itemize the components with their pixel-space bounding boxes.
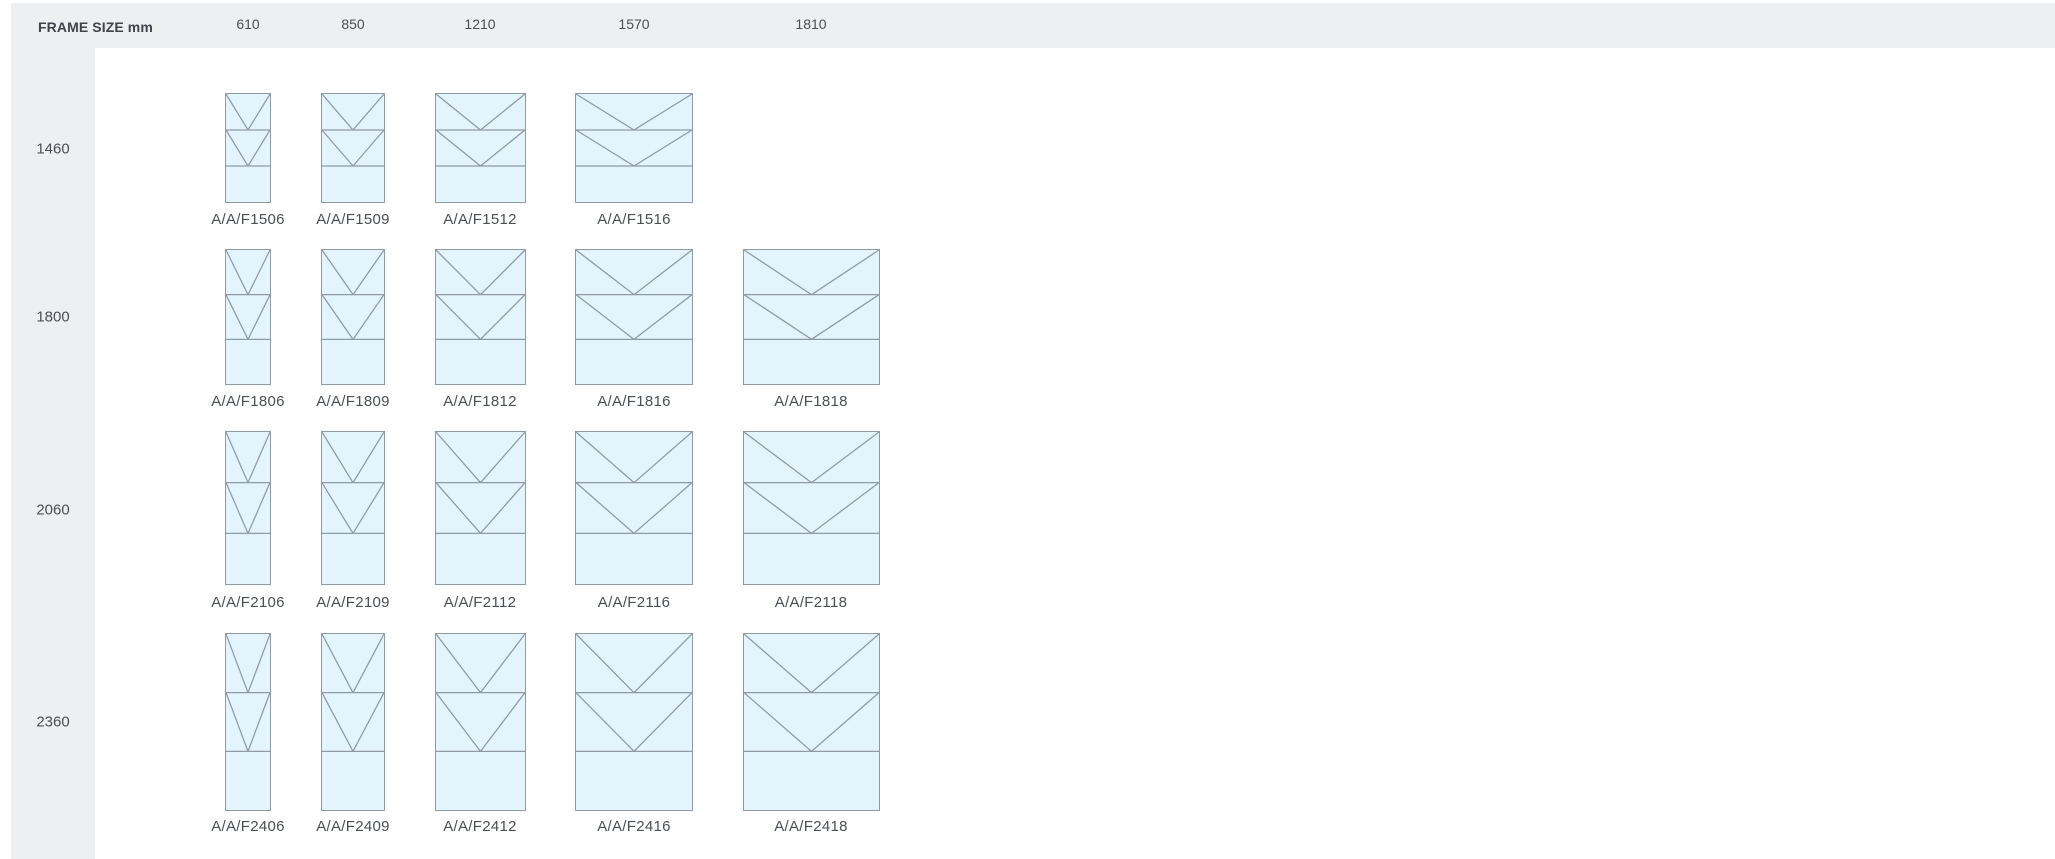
sash-lines-icon: [321, 633, 385, 752]
frame-size-header: FRAME SIZE mm: [11, 3, 2055, 48]
window-diagram: [575, 93, 693, 203]
window-code-label: A/A/F1818: [774, 393, 848, 410]
window-code-label: A/A/F1806: [211, 393, 285, 410]
sash-lines-icon: [321, 93, 385, 167]
frame-width-heading: 1570: [618, 16, 650, 32]
window-code-label: A/A/F2116: [597, 594, 671, 611]
window-code-label: A/A/F1812: [443, 393, 517, 410]
window-code-label: A/A/F2106: [211, 594, 285, 611]
window-code-label: A/A/F1516: [597, 211, 671, 228]
sash-lines-icon: [743, 633, 879, 752]
height-column: [11, 48, 95, 859]
sash-lines-icon: [321, 249, 385, 340]
sash-lines-icon: [225, 633, 271, 752]
sash-lines-icon: [321, 431, 385, 534]
sash-lines-icon: [434, 633, 526, 752]
window-diagram: [434, 249, 526, 385]
window-diagram: [434, 93, 526, 203]
sash-lines-icon: [435, 431, 525, 534]
window-diagram: [225, 249, 271, 385]
window-diagram: [742, 249, 880, 385]
window-diagram: [225, 633, 271, 811]
frame-size-label: FRAME SIZE mm: [38, 19, 153, 35]
window-diagram: [321, 431, 385, 585]
sash-lines-icon: [435, 93, 525, 167]
frame-width-heading: 1210: [464, 16, 496, 32]
window-code-label: A/A/F1509: [316, 211, 390, 228]
sash-lines-icon: [225, 249, 271, 340]
window-code-label: A/A/F1506: [211, 211, 285, 228]
sash-lines-icon: [575, 633, 693, 752]
window-diagram: [434, 431, 526, 585]
frame-width-heading: 1810: [795, 16, 827, 32]
sash-lines-icon: [225, 93, 271, 167]
window-diagram: [575, 249, 693, 385]
window-diagram: [575, 431, 693, 585]
frame-height-heading: 2360: [36, 713, 70, 731]
window-code-label: A/A/F2112: [443, 594, 517, 611]
window-diagram: [225, 431, 271, 585]
window-code-label: A/A/F1816: [597, 393, 671, 410]
sash-lines-icon: [225, 431, 271, 534]
window-code-label: A/A/F2416: [597, 818, 671, 835]
window-diagram: [321, 93, 385, 203]
sash-lines-icon: [743, 249, 879, 340]
window-code-label: A/A/F2412: [443, 818, 517, 835]
sash-lines-icon: [575, 249, 693, 340]
window-diagram: [434, 633, 526, 811]
sash-lines-icon: [575, 431, 693, 534]
frame-height-heading: 1460: [36, 140, 70, 158]
window-code-label: A/A/F2109: [316, 594, 390, 611]
window-code-label: A/A/F1809: [316, 393, 390, 410]
frame-height-heading: 1800: [36, 308, 70, 326]
frame-width-heading: 850: [341, 16, 365, 32]
frame-width-heading: 610: [236, 16, 260, 32]
window-code-label: A/A/F2406: [211, 818, 285, 835]
window-code-label: A/A/F2118: [774, 594, 848, 611]
sash-lines-icon: [743, 431, 879, 534]
window-code-label: A/A/F2409: [316, 818, 390, 835]
window-diagram: [321, 633, 385, 811]
sash-lines-icon: [435, 249, 525, 340]
window-diagram: [575, 633, 693, 811]
window-code-label: A/A/F2418: [774, 818, 848, 835]
window-diagram: [742, 431, 880, 585]
window-diagram: [321, 249, 385, 385]
sash-lines-icon: [575, 93, 693, 167]
window-code-label: A/A/F1512: [443, 211, 517, 228]
window-diagram: [225, 93, 271, 203]
window-diagram: [742, 633, 880, 811]
frame-height-heading: 2060: [36, 501, 70, 519]
